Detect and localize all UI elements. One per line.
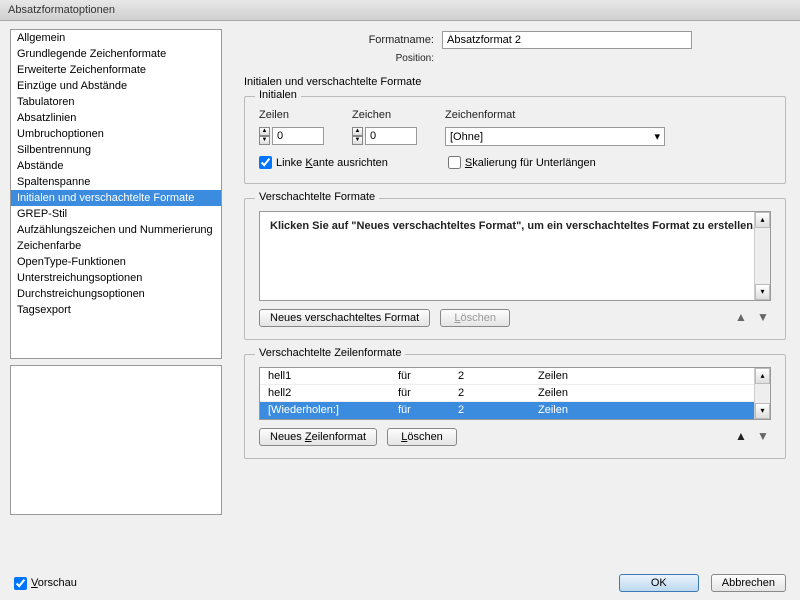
lineformat-cell-count: 2	[458, 370, 538, 382]
sidebar-item[interactable]: Absatzlinien	[11, 110, 221, 126]
scroll-up-icon[interactable]: ▴	[755, 212, 770, 228]
nested-move-up-icon[interactable]: ▲	[733, 310, 749, 326]
scale-label: Skalierung für Unterlängen	[465, 157, 596, 169]
position-row: Position:	[244, 53, 786, 64]
scroll-up-icon[interactable]: ▴	[755, 368, 770, 384]
sidebar-item[interactable]: Spaltenspanne	[11, 174, 221, 190]
sidebar-preview-box	[10, 365, 222, 515]
cancel-button[interactable]: Abbrechen	[711, 574, 786, 592]
zeichenformat-field: Zeichenformat [Ohne] ▾	[445, 109, 665, 146]
sidebar-item[interactable]: Zeichenfarbe	[11, 238, 221, 254]
lineformat-row[interactable]: [Wiederholen:]für2Zeilen	[260, 402, 770, 419]
delete-lineformat-button[interactable]: Löschen	[387, 428, 457, 446]
align-left-input[interactable]	[259, 156, 272, 169]
lineformat-move-up-icon[interactable]: ▲	[733, 429, 749, 445]
window-title: Absatzformatoptionen	[8, 4, 115, 16]
main-area: AllgemeinGrundlegende ZeichenformateErwe…	[0, 21, 800, 561]
nested-scrollbar[interactable]: ▴ ▾	[754, 212, 770, 300]
sidebar-item[interactable]: OpenType-Funktionen	[11, 254, 221, 270]
lineformat-cell-word: für	[398, 370, 458, 382]
zeichen-input[interactable]	[365, 127, 417, 145]
zeilen-input[interactable]	[272, 127, 324, 145]
sidebar-item[interactable]: Umbruchoptionen	[11, 126, 221, 142]
initials-group: Initialen Zeilen ▲ ▼ Zeichen	[244, 96, 786, 184]
nested-group: Verschachtelte Formate Klicken Sie auf "…	[244, 198, 786, 340]
zeilen-spin-up[interactable]: ▲	[259, 127, 270, 136]
lineformat-cell-name: [Wiederholen:]	[268, 404, 398, 416]
nested-legend: Verschachtelte Formate	[255, 191, 379, 203]
sidebar-item[interactable]: Einzüge und Abstände	[11, 78, 221, 94]
zeichenformat-select[interactable]: [Ohne] ▾	[445, 127, 665, 146]
sidebar-item[interactable]: GREP-Stil	[11, 206, 221, 222]
zeichenformat-value: [Ohne]	[450, 131, 483, 143]
lineformats-table[interactable]: hell1für2Zeilenhell2für2Zeilen[Wiederhol…	[259, 367, 771, 420]
initials-legend: Initialen	[255, 89, 301, 101]
scroll-down-icon[interactable]: ▾	[755, 403, 770, 419]
lineformat-move-down-icon[interactable]: ▼	[755, 429, 771, 445]
sidebar-item[interactable]: Grundlegende Zeichenformate	[11, 46, 221, 62]
nested-move-down-icon[interactable]: ▼	[755, 310, 771, 326]
nested-listbox[interactable]: Klicken Sie auf "Neues verschachteltes F…	[259, 211, 771, 301]
lineformat-cell-name: hell2	[268, 387, 398, 399]
lineformat-cell-unit: Zeilen	[538, 387, 762, 399]
sidebar-item[interactable]: Tabulatoren	[11, 94, 221, 110]
new-lineformat-button[interactable]: Neues Zeilenformat	[259, 428, 377, 446]
zeilen-label: Zeilen	[259, 109, 324, 121]
zeichen-spin-up[interactable]: ▲	[352, 127, 363, 136]
zeilen-spin-down[interactable]: ▼	[259, 136, 270, 145]
zeichen-field: Zeichen ▲ ▼	[352, 109, 417, 145]
sidebar: AllgemeinGrundlegende ZeichenformateErwe…	[0, 21, 222, 561]
ok-button[interactable]: OK	[619, 574, 699, 592]
zeichenformat-label: Zeichenformat	[445, 109, 665, 121]
new-nested-button[interactable]: Neues verschachteltes Format	[259, 309, 430, 327]
nested-hint: Klicken Sie auf "Neues verschachteltes F…	[260, 212, 770, 240]
align-left-label: Linke Kante ausrichten	[276, 157, 388, 169]
delete-nested-button: Löschen	[440, 309, 510, 327]
formatname-input[interactable]	[442, 31, 692, 49]
dialog-footer: Vorschau OK Abbrechen	[0, 566, 800, 600]
sidebar-item[interactable]: Unterstreichungsoptionen	[11, 270, 221, 286]
sidebar-item[interactable]: Durchstreichungsoptionen	[11, 286, 221, 302]
zeilen-field: Zeilen ▲ ▼	[259, 109, 324, 145]
sidebar-item[interactable]: Allgemein	[11, 30, 221, 46]
lineformat-cell-unit: Zeilen	[538, 404, 762, 416]
scale-checkbox[interactable]: Skalierung für Unterlängen	[448, 156, 596, 169]
formatname-row: Formatname:	[244, 31, 786, 49]
lineformat-cell-word: für	[398, 404, 458, 416]
lineformat-cell-count: 2	[458, 387, 538, 399]
lineformat-row[interactable]: hell2für2Zeilen	[260, 385, 770, 402]
lineformat-cell-word: für	[398, 387, 458, 399]
sidebar-item[interactable]: Tagsexport	[11, 302, 221, 318]
sidebar-item[interactable]: Abstände	[11, 158, 221, 174]
sidebar-item[interactable]: Silbentrennung	[11, 142, 221, 158]
lineformats-scrollbar[interactable]: ▴ ▾	[754, 368, 770, 419]
window-titlebar: Absatzformatoptionen	[0, 0, 800, 21]
sidebar-list[interactable]: AllgemeinGrundlegende ZeichenformateErwe…	[10, 29, 222, 359]
zeichen-label: Zeichen	[352, 109, 417, 121]
chevron-down-icon: ▾	[654, 130, 660, 143]
scale-input[interactable]	[448, 156, 461, 169]
lineformats-group: Verschachtelte Zeilenformate hell1für2Ze…	[244, 354, 786, 459]
lineformat-row[interactable]: hell1für2Zeilen	[260, 368, 770, 385]
preview-input[interactable]	[14, 577, 27, 590]
sidebar-item[interactable]: Erweiterte Zeichenformate	[11, 62, 221, 78]
formatname-label: Formatname:	[244, 34, 434, 46]
preview-checkbox[interactable]: Vorschau	[14, 577, 77, 590]
sidebar-item[interactable]: Initialen und verschachtelte Formate	[11, 190, 221, 206]
lineformat-cell-unit: Zeilen	[538, 370, 762, 382]
preview-label: Vorschau	[31, 577, 77, 589]
content-pane: Formatname: Position: Initialen und vers…	[222, 21, 800, 561]
position-label: Position:	[244, 53, 434, 64]
page-title: Initialen und verschachtelte Formate	[244, 76, 786, 88]
lineformat-cell-name: hell1	[268, 370, 398, 382]
sidebar-item[interactable]: Aufzählungszeichen und Nummerierung	[11, 222, 221, 238]
align-left-checkbox[interactable]: Linke Kante ausrichten	[259, 156, 388, 169]
lineformat-cell-count: 2	[458, 404, 538, 416]
zeichen-spin-down[interactable]: ▼	[352, 136, 363, 145]
lineformats-legend: Verschachtelte Zeilenformate	[255, 347, 405, 359]
scroll-down-icon[interactable]: ▾	[755, 284, 770, 300]
